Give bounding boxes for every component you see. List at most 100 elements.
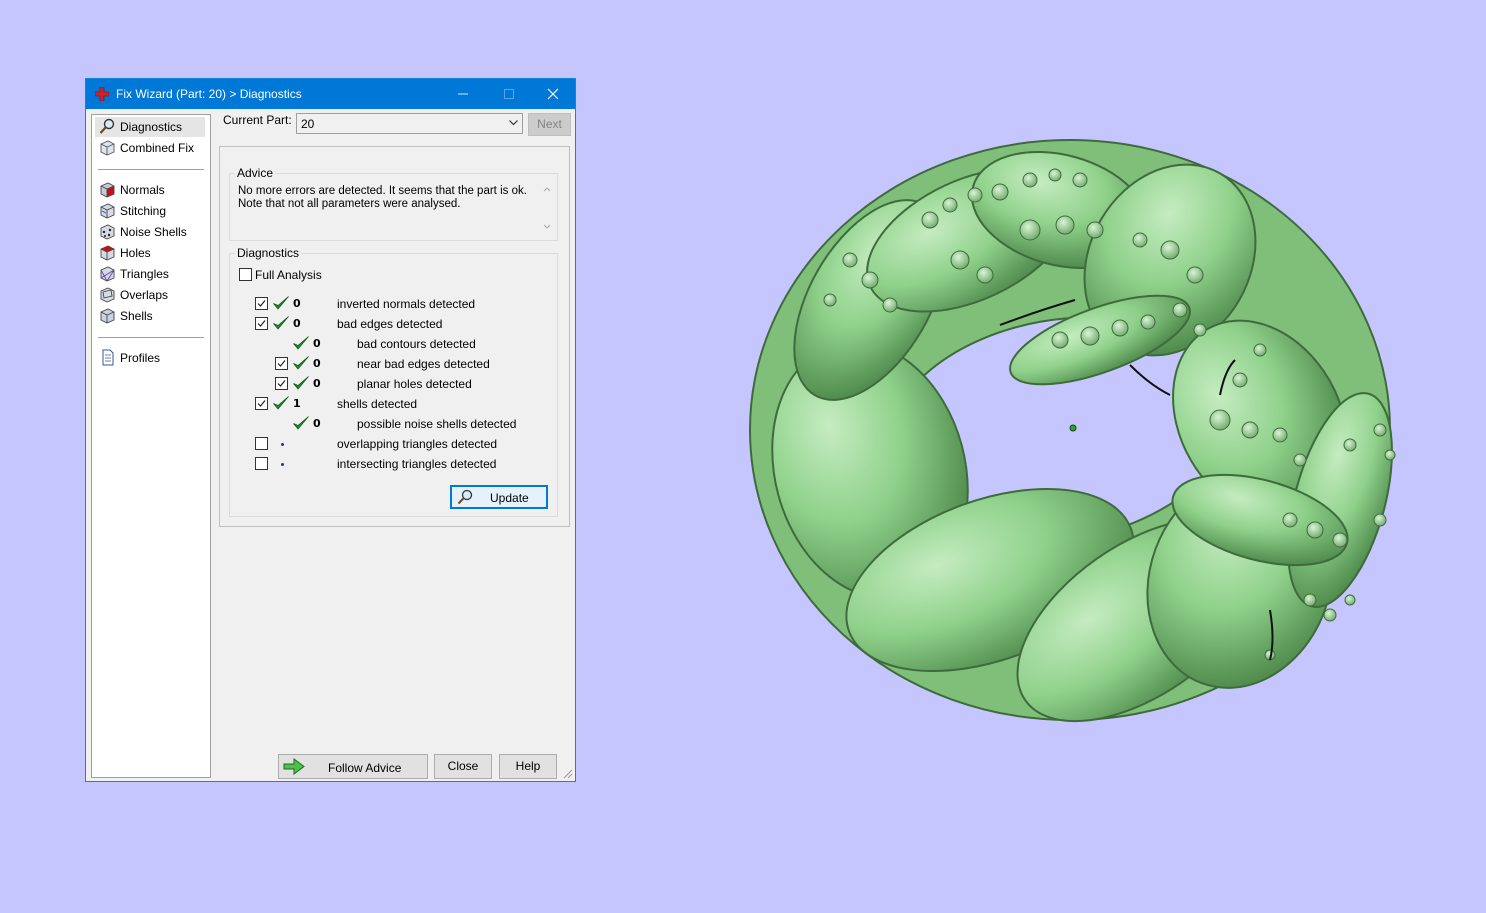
ring-model[interactable] xyxy=(700,100,1460,760)
normals-cube-icon xyxy=(100,182,115,198)
nav-label: Noise Shells xyxy=(120,225,187,239)
green-check-icon xyxy=(272,315,290,331)
diagnostic-label: bad contours detected xyxy=(357,337,476,351)
current-part-label: Current Part: xyxy=(223,113,292,127)
close-button[interactable]: Close xyxy=(434,754,492,779)
nav-item-shells[interactable]: Shells xyxy=(95,306,205,326)
title-bar[interactable]: Fix Wizard (Part: 20) > Diagnostics xyxy=(86,79,575,109)
red-cross-icon xyxy=(95,87,109,101)
diagnostic-count: 1 xyxy=(293,397,301,410)
follow-advice-label: Follow Advice xyxy=(328,761,402,775)
nav-label: Overlaps xyxy=(120,288,169,302)
nav-label: Profiles xyxy=(120,351,161,365)
diagnostic-checkbox[interactable] xyxy=(275,357,288,370)
magnifier-icon xyxy=(99,118,115,134)
shells-icon xyxy=(100,308,115,324)
diagnostic-count: 0 xyxy=(293,297,301,310)
diagnostic-checkbox[interactable] xyxy=(255,437,268,450)
advice-text: No more errors are detected. It seems th… xyxy=(238,185,548,233)
green-check-icon xyxy=(272,395,290,411)
diagnostic-label: inverted normals detected xyxy=(337,297,476,311)
advice-line-2: Note that not all parameters were analys… xyxy=(238,198,461,210)
diagnostic-label: overlapping triangles detected xyxy=(337,437,498,451)
document-icon xyxy=(102,349,114,366)
green-check-icon xyxy=(272,295,290,311)
3d-viewport[interactable] xyxy=(700,100,1460,760)
maximize-button[interactable] xyxy=(486,79,532,109)
diagnostic-label: possible noise shells detected xyxy=(357,417,517,431)
nav-label: Combined Fix xyxy=(120,141,195,155)
nav-label: Stitching xyxy=(120,204,167,218)
nav-divider xyxy=(98,337,204,338)
diagnostic-checkbox[interactable] xyxy=(255,457,268,470)
current-part-select[interactable]: 20 xyxy=(296,113,523,134)
current-part-value: 20 xyxy=(301,117,315,131)
chevron-down-icon xyxy=(509,120,518,126)
nav-label: Shells xyxy=(120,309,153,323)
green-check-icon xyxy=(292,375,310,391)
diagnostic-checkbox[interactable] xyxy=(255,317,268,330)
advice-line-1: No more errors are detected. It seems th… xyxy=(238,185,527,197)
next-button[interactable]: Next xyxy=(528,113,571,136)
green-arrow-icon xyxy=(283,758,305,775)
close-icon xyxy=(547,88,559,100)
nav-item-triangles[interactable]: Triangles xyxy=(95,264,205,284)
green-check-icon xyxy=(292,355,310,371)
diagnostic-count: 0 xyxy=(293,317,301,330)
diagnostics-group-title: Diagnostics xyxy=(235,246,302,260)
diagnostics-group: Diagnostics Full Analysis 0 inverted norm… xyxy=(229,246,558,517)
update-label: Update xyxy=(490,491,529,505)
nav-item-stitching[interactable]: Stitching xyxy=(95,201,205,221)
diagnostic-count: 0 xyxy=(313,337,321,350)
diagnostic-count: 0 xyxy=(313,357,321,370)
diagnostic-label: planar holes detected xyxy=(357,377,472,391)
overlaps-icon xyxy=(100,287,115,303)
maximize-icon xyxy=(504,89,514,99)
stitching-cube-icon xyxy=(100,203,115,219)
nav-item-holes[interactable]: Holes xyxy=(95,243,205,263)
advice-group: Advice No more errors are detected. It s… xyxy=(229,166,558,241)
advice-scrollbar[interactable] xyxy=(541,184,553,232)
nav-item-diagnostics[interactable]: Diagnostics xyxy=(95,117,205,137)
cube-icon xyxy=(100,140,115,156)
update-button[interactable]: Update xyxy=(450,485,548,509)
nav-item-normals[interactable]: Normals xyxy=(95,180,205,200)
close-window-button[interactable] xyxy=(530,79,576,109)
resize-grip-icon[interactable] xyxy=(563,769,573,779)
nav-item-profiles[interactable]: Profiles xyxy=(95,348,205,368)
wizard-nav: Diagnostics Combined Fix Normals Stitchi… xyxy=(91,114,211,778)
noise-shells-icon xyxy=(100,224,115,240)
minimize-button[interactable] xyxy=(440,79,486,109)
diagnostic-count: 0 xyxy=(313,417,321,430)
nav-label: Normals xyxy=(120,183,165,197)
not-analysed-dot-icon xyxy=(281,443,284,446)
holes-cube-icon xyxy=(100,245,115,261)
nav-divider xyxy=(98,169,204,170)
full-analysis-checkbox[interactable] xyxy=(239,268,252,281)
diagnostic-checkbox[interactable] xyxy=(275,377,288,390)
diagnostic-label: shells detected xyxy=(337,397,418,411)
triangles-icon xyxy=(100,266,115,282)
nav-label: Holes xyxy=(120,246,151,260)
diagnostics-panel: Advice No more errors are detected. It s… xyxy=(219,146,570,527)
green-check-icon xyxy=(292,415,310,431)
nav-item-noise-shells[interactable]: Noise Shells xyxy=(95,222,205,242)
diagnostic-label: near bad edges detected xyxy=(357,357,490,371)
minimize-icon xyxy=(458,93,468,95)
nav-item-overlaps[interactable]: Overlaps xyxy=(95,285,205,305)
help-button[interactable]: Help xyxy=(499,754,557,779)
not-analysed-dot-icon xyxy=(281,463,284,466)
diagnostic-checkbox[interactable] xyxy=(255,397,268,410)
diagnostic-label: intersecting triangles detected xyxy=(337,457,497,471)
diagnostic-label: bad edges detected xyxy=(337,317,443,331)
fix-wizard-window: Fix Wizard (Part: 20) > Diagnostics Diag… xyxy=(85,78,576,782)
advice-group-title: Advice xyxy=(235,166,276,180)
green-check-icon xyxy=(292,335,310,351)
follow-advice-button[interactable]: Follow Advice xyxy=(278,754,428,779)
window-title: Fix Wizard (Part: 20) > Diagnostics xyxy=(116,87,302,101)
magnifier-icon xyxy=(457,489,473,505)
nav-label: Triangles xyxy=(120,267,169,281)
nav-item-combined-fix[interactable]: Combined Fix xyxy=(95,138,205,158)
diagnostic-checkbox[interactable] xyxy=(255,297,268,310)
diagnostic-count: 0 xyxy=(313,377,321,390)
